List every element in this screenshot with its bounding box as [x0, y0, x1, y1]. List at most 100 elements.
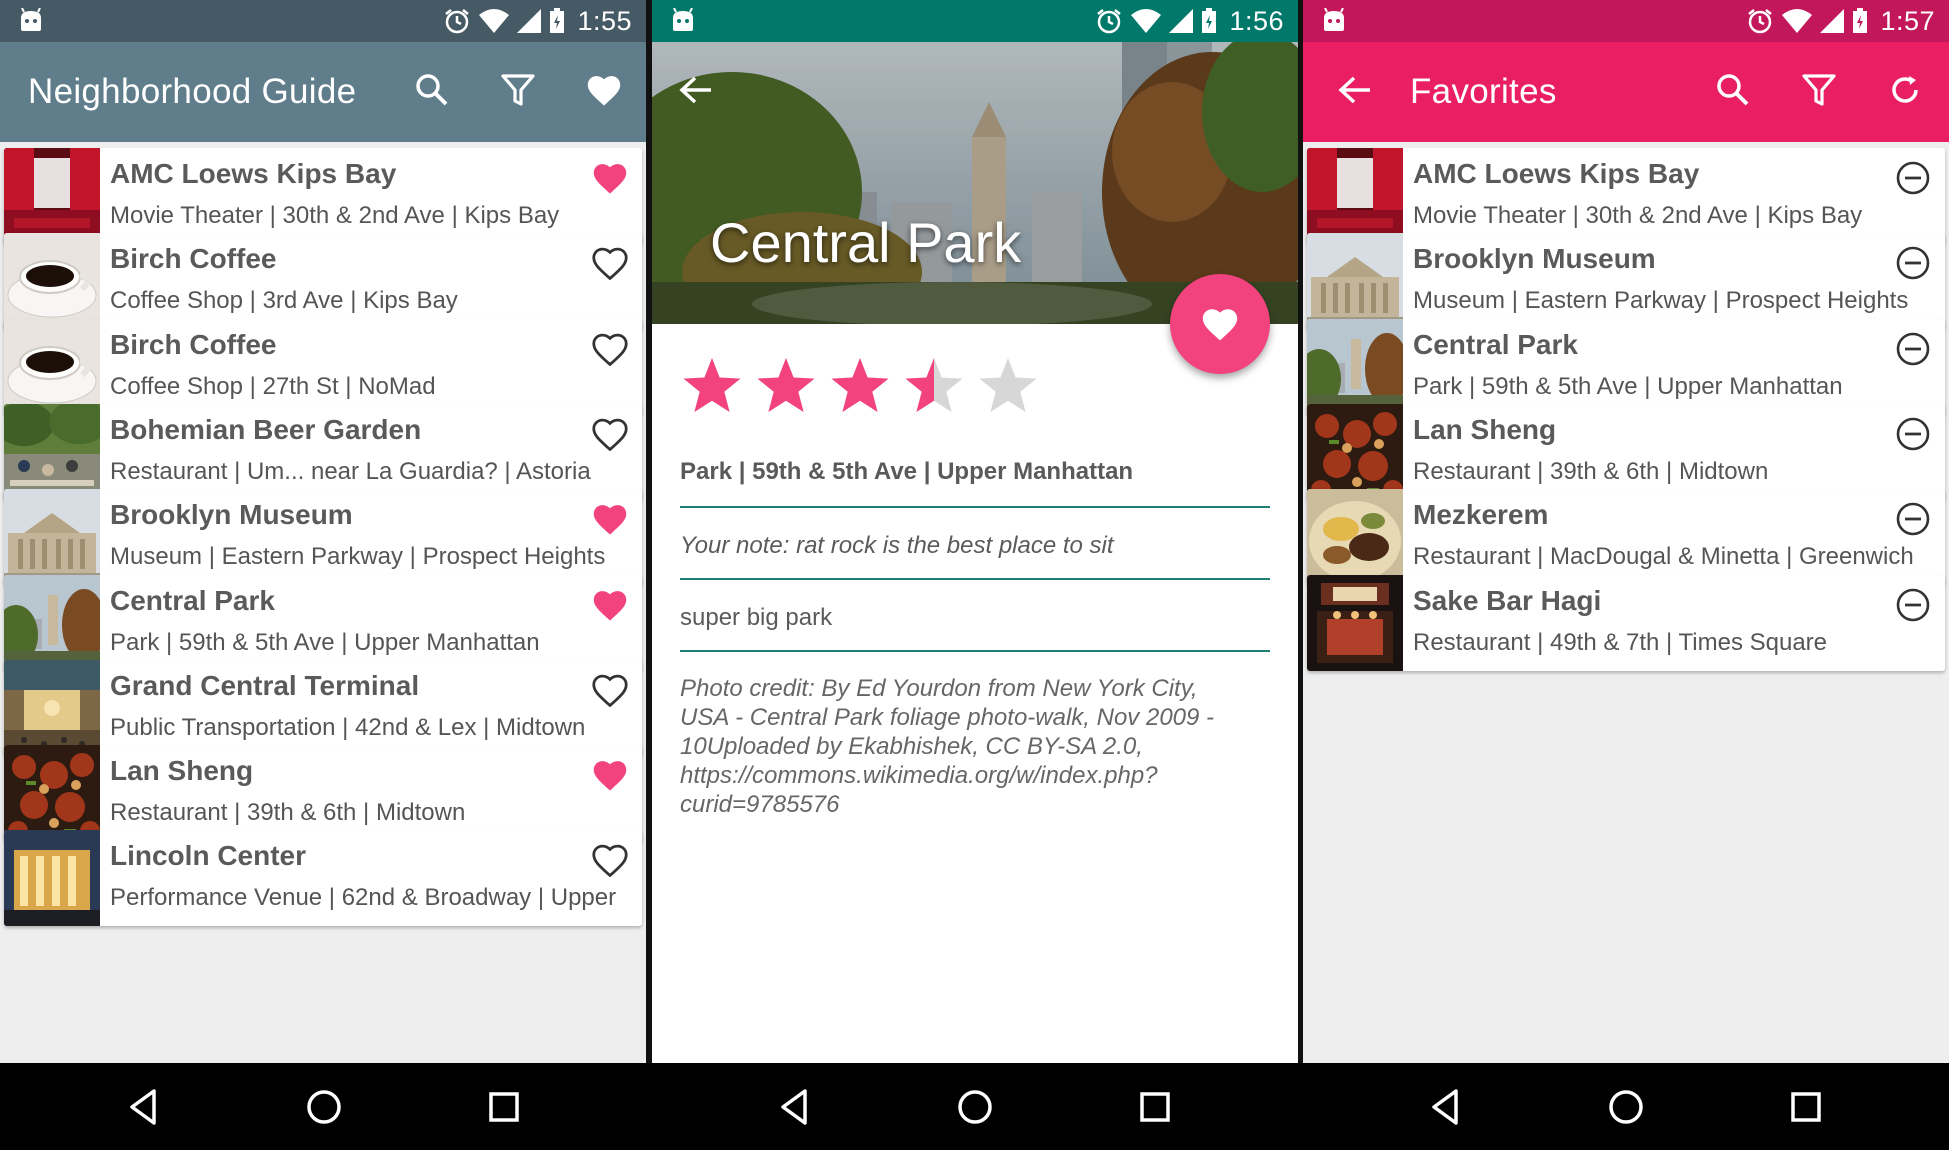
place-thumbnail	[1307, 403, 1403, 500]
divider	[680, 650, 1270, 652]
favorites-screen: 1:57 Favorites AMC Loews Kips Bay Movie T…	[1303, 0, 1949, 1150]
heart-filled-icon[interactable]	[588, 497, 632, 541]
recents-square-icon[interactable]	[1131, 1083, 1179, 1131]
list-item[interactable]: Bohemian Beer Garden Restaurant | Um... n…	[4, 403, 642, 500]
place-thumbnail	[4, 659, 100, 756]
place-details: Park | 59th & 5th Ave | Upper Manhattan	[110, 628, 540, 656]
favorite-fab[interactable]	[1170, 274, 1270, 374]
status-bar: 1:56	[652, 0, 1298, 42]
place-details: Coffee Shop | 27th St | NoMad	[110, 372, 436, 400]
place-details: Coffee Shop | 3rd Ave | Kips Bay	[110, 287, 458, 315]
place-thumbnail	[1307, 233, 1403, 330]
heart-outline-icon[interactable]	[588, 838, 632, 882]
remove-circle-icon[interactable]	[1891, 156, 1935, 200]
recents-square-icon[interactable]	[1782, 1083, 1830, 1131]
app-toolbar: Favorites	[1303, 42, 1949, 142]
list-item[interactable]: Lan Sheng Restaurant | 39th & 6th | Midto…	[1307, 403, 1945, 500]
divider	[680, 578, 1270, 580]
place-thumbnail	[4, 745, 100, 842]
place-details: Restaurant | 39th & 6th | Midtown	[1413, 457, 1769, 485]
list-item[interactable]: Birch Coffee Coffee Shop | 3rd Ave | Kips…	[4, 233, 642, 330]
app-toolbar: Neighborhood Guide	[0, 42, 646, 142]
neighborhood-guide-screen: 1:55 Neighborhood Guide AMC Loews Kips B…	[0, 0, 646, 1150]
back-triangle-icon[interactable]	[771, 1083, 819, 1131]
filter-icon[interactable]	[1791, 62, 1847, 118]
place-thumbnail	[4, 403, 109, 500]
place-details: Restaurant | 49th & 7th | Times Square	[1413, 628, 1828, 656]
back-arrow-icon[interactable]	[668, 62, 724, 118]
list-item[interactable]: AMC Loews Kips Bay Movie Theater | 30th &…	[4, 148, 642, 244]
signal-icon	[517, 9, 542, 33]
remove-circle-icon[interactable]	[1891, 583, 1935, 627]
toolbar-title: Favorites	[1410, 72, 1557, 111]
home-circle-icon[interactable]	[951, 1083, 999, 1131]
user-note[interactable]: Your note: rat rock is the best place to…	[680, 532, 1270, 560]
battery-icon	[550, 8, 565, 33]
place-thumbnail	[4, 830, 100, 927]
place-details: Museum | Eastern Parkway | Prospect Heig…	[1413, 287, 1909, 315]
back-triangle-icon[interactable]	[120, 1083, 168, 1131]
search-icon[interactable]	[404, 62, 460, 118]
toolbar-title: Neighborhood Guide	[28, 72, 357, 111]
rating-star[interactable]	[830, 356, 890, 419]
place-name: Lincoln Center	[110, 840, 307, 872]
list-item[interactable]: Mezkerem Restaurant | MacDougal & Minetta…	[1307, 489, 1945, 586]
place-meta: Park | 59th & 5th Ave | Upper Manhattan	[680, 458, 1134, 485]
heart-filled-icon[interactable]	[588, 156, 632, 200]
signal-icon	[1820, 9, 1845, 33]
rating-star[interactable]	[978, 356, 1038, 419]
back-triangle-icon[interactable]	[1422, 1083, 1470, 1131]
rating-star[interactable]	[756, 356, 816, 419]
place-name: Birch Coffee	[110, 328, 277, 360]
list-item[interactable]: AMC Loews Kips Bay Movie Theater | 30th &…	[1307, 148, 1945, 244]
home-circle-icon[interactable]	[1602, 1083, 1650, 1131]
place-details: Public Transportation | 42nd & Lex | Mid…	[110, 713, 586, 741]
list-item[interactable]: Central Park Park | 59th & 5th Ave | Uppe…	[4, 574, 642, 671]
rating-star[interactable]	[682, 356, 742, 419]
list-item[interactable]: Brooklyn Museum Museum | Eastern Parkway …	[4, 489, 642, 586]
signal-icon	[1169, 9, 1194, 33]
place-name: Central Park	[1413, 328, 1578, 360]
wifi-icon	[1782, 9, 1813, 33]
list-item[interactable]: Lincoln Center Performance Venue | 62nd &…	[4, 830, 642, 927]
list-item[interactable]: Birch Coffee Coffee Shop | 27th St | NoMa…	[4, 318, 642, 415]
remove-circle-icon[interactable]	[1891, 497, 1935, 541]
place-name: Birch Coffee	[110, 243, 277, 275]
favorites-heart-icon[interactable]	[576, 62, 632, 118]
divider	[680, 506, 1270, 508]
list-item[interactable]: Grand Central Terminal Public Transportat…	[4, 659, 642, 756]
heart-outline-icon[interactable]	[588, 668, 632, 712]
recents-square-icon[interactable]	[480, 1083, 528, 1131]
android-notification-icon	[21, 8, 41, 31]
remove-circle-icon[interactable]	[1891, 241, 1935, 285]
heart-filled-icon[interactable]	[588, 753, 632, 797]
heart-icon	[1202, 309, 1238, 341]
search-icon[interactable]	[1705, 62, 1761, 118]
refresh-icon[interactable]	[1877, 62, 1933, 118]
heart-outline-icon[interactable]	[588, 241, 632, 285]
place-details: Movie Theater | 30th & 2nd Ave | Kips Ba…	[110, 202, 560, 229]
rating-star[interactable]	[904, 356, 964, 419]
place-thumbnail	[4, 318, 100, 415]
place-thumbnail	[4, 233, 100, 330]
place-thumbnail	[1307, 489, 1403, 586]
heart-outline-icon[interactable]	[588, 327, 632, 371]
back-arrow-icon[interactable]	[1327, 62, 1383, 118]
place-details: Performance Venue | 62nd & Broadway | Up…	[110, 884, 617, 912]
rating-bar[interactable]	[682, 356, 1038, 419]
remove-circle-icon[interactable]	[1891, 327, 1935, 371]
list-item[interactable]: Lan Sheng Restaurant | 39th & 6th | Midto…	[4, 745, 642, 842]
list-item[interactable]: Sake Bar Hagi Restaurant | 49th & 7th | T…	[1307, 574, 1945, 671]
home-circle-icon[interactable]	[300, 1083, 348, 1131]
heart-filled-icon[interactable]	[588, 583, 632, 627]
status-time: 1:55	[577, 5, 632, 36]
remove-circle-icon[interactable]	[1891, 412, 1935, 456]
filter-icon[interactable]	[490, 62, 546, 118]
place-name: Lan Sheng	[110, 755, 254, 787]
place-thumbnail	[4, 489, 100, 586]
heart-outline-icon[interactable]	[588, 412, 632, 456]
list-item[interactable]: Central Park Park | 59th & 5th Ave | Uppe…	[1307, 318, 1945, 415]
list-item[interactable]: Brooklyn Museum Museum | Eastern Parkway …	[1307, 233, 1945, 330]
place-name: Grand Central Terminal	[110, 669, 420, 701]
place-name: Central Park	[110, 584, 275, 616]
